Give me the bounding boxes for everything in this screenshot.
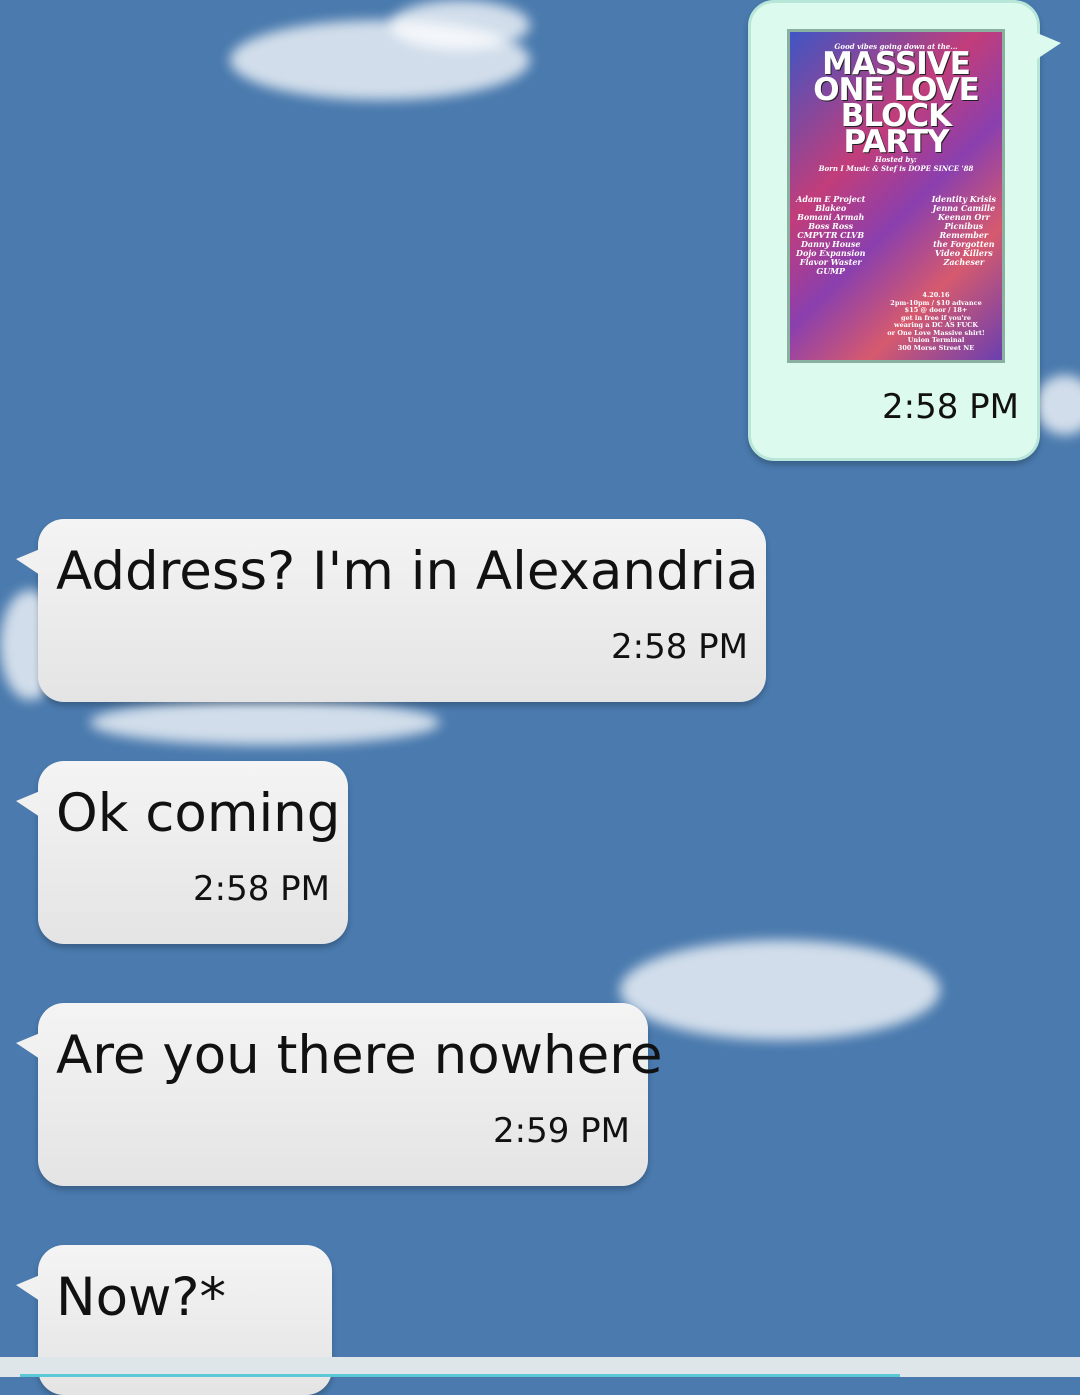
bubble-tail [16, 549, 40, 575]
bubble-tail [1037, 33, 1061, 59]
incoming-message[interactable]: Ok coming 2:58 PM [16, 761, 348, 944]
bubble-tail [16, 1033, 40, 1059]
cloud-decoration [90, 700, 440, 745]
poster-event-info: 4.20.16 2pm-10pm / $10 advance $15 @ door … [887, 291, 985, 352]
message-text: Ok coming [56, 783, 341, 844]
bubble-tail [16, 791, 40, 817]
message-timestamp: 2:58 PM [611, 627, 748, 667]
message-timestamp: 2:58 PM [882, 387, 1019, 427]
message-text: Now?* [56, 1267, 227, 1328]
message-timestamp: 2:58 PM [193, 869, 330, 909]
incoming-message[interactable]: Are you there nowhere 2:59 PM [16, 1003, 662, 1186]
poster-lineup-right: Identity Krisis Jenna Camille Keenan Orr P… [931, 194, 996, 267]
bubble-tail [16, 1275, 40, 1301]
message-timestamp: 2:59 PM [493, 1111, 630, 1151]
poster-hosted-by: Hosted by: [875, 155, 917, 164]
cloud-decoration [620, 940, 940, 1040]
poster-hosts: Born I Music & Stef is DOPE SINCE '88 [818, 164, 974, 173]
poster-title-line3: BLOCK PARTY [840, 98, 952, 160]
message-text: Are you there nowhere [56, 1025, 663, 1086]
event-poster-image[interactable]: Good vibes going down at the... MASSIVE … [787, 29, 1005, 363]
cloud-decoration [390, 0, 530, 50]
poster-lineup-left: Adam E Project Blakeo Bomani Armah Boss Ro… [796, 194, 866, 276]
cloud-decoration [1035, 375, 1080, 435]
outgoing-image-message[interactable]: Good vibes going down at the... MASSIVE … [748, 0, 1061, 461]
message-text: Address? I'm in Alexandria [56, 541, 759, 602]
incoming-message[interactable]: Address? I'm in Alexandria 2:58 PM [16, 519, 766, 702]
